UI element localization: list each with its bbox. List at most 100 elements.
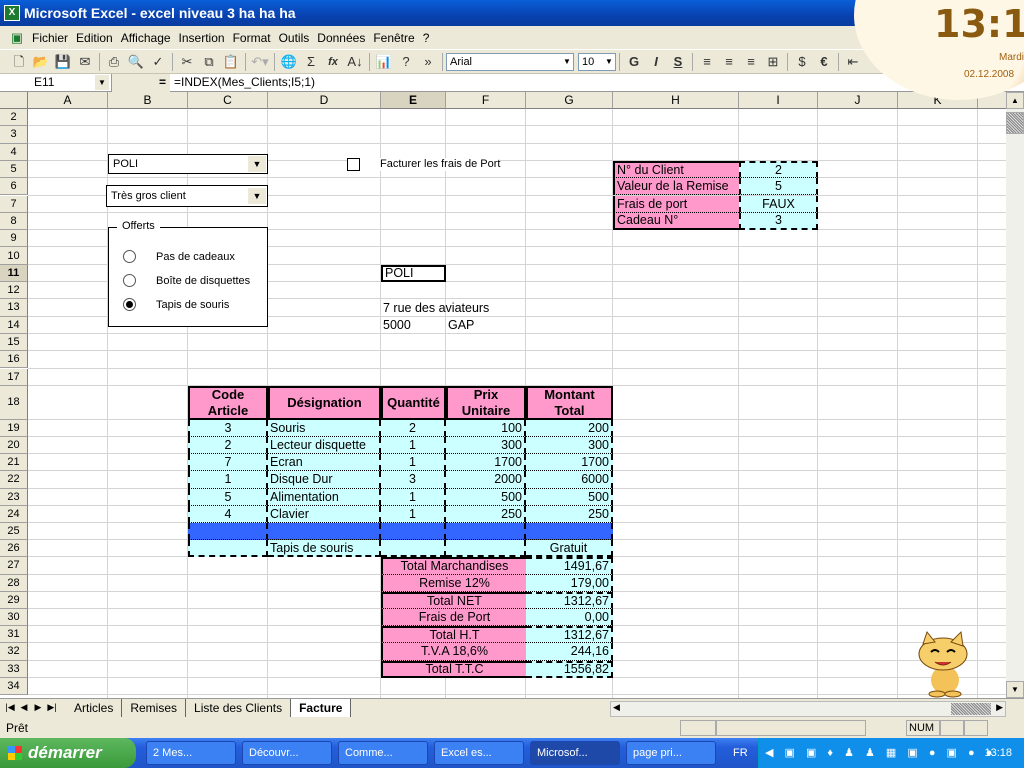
horizontal-scrollbar[interactable]: ◀ ▶: [610, 701, 1006, 717]
column-header-g[interactable]: G: [526, 92, 613, 109]
row-header-25[interactable]: 25: [0, 523, 28, 541]
row-header-32[interactable]: 32: [0, 643, 28, 661]
scroll-right-icon[interactable]: ▶: [996, 702, 1003, 713]
row-header-27[interactable]: 27: [0, 557, 28, 575]
paste-icon[interactable]: 📋: [220, 52, 242, 72]
sheet-tab-remises[interactable]: Remises: [122, 699, 187, 717]
font-size-select[interactable]: 10 ▼: [578, 52, 616, 71]
chevron-down-icon[interactable]: ▼: [248, 155, 266, 172]
column-header-i[interactable]: I: [739, 92, 818, 109]
prev-sheet-icon[interactable]: ◀: [18, 702, 30, 716]
taskbar-item[interactable]: 2 Mes...: [146, 741, 236, 765]
workbook-icon[interactable]: ▣: [6, 28, 28, 48]
select-all-corner[interactable]: [0, 92, 28, 109]
sort-icon[interactable]: A↓: [344, 52, 366, 72]
column-header-e[interactable]: E: [381, 92, 446, 109]
print-icon[interactable]: ⎙: [103, 52, 125, 72]
taskbar-item[interactable]: Microsof...: [530, 741, 620, 765]
radio-option[interactable]: Boîte de disquettes: [123, 274, 250, 288]
menu-[interactable]: ?: [419, 31, 434, 45]
spelling-icon[interactable]: ✓: [147, 52, 169, 72]
underline-button[interactable]: S: [667, 52, 689, 72]
row-header-22[interactable]: 22: [0, 471, 28, 489]
autosum-icon[interactable]: Σ: [300, 52, 322, 72]
bold-button[interactable]: G: [623, 52, 645, 72]
scroll-up-icon[interactable]: ▲: [1006, 92, 1024, 109]
email-icon[interactable]: ✉: [74, 52, 96, 72]
shipping-checkbox[interactable]: Facturer les frais de Port: [347, 157, 501, 171]
radio-button[interactable]: [123, 298, 136, 312]
align-right-icon[interactable]: ≡: [740, 52, 762, 72]
sheet-tab-facture[interactable]: Facture: [291, 699, 352, 717]
decrease-indent-icon[interactable]: ⇤: [842, 52, 864, 72]
row-header-20[interactable]: 20: [0, 437, 28, 455]
first-sheet-icon[interactable]: |◀: [4, 702, 16, 716]
row-header-19[interactable]: 19: [0, 419, 28, 437]
sheet-tab-liste-des-clients[interactable]: Liste des Clients: [186, 699, 292, 717]
start-button[interactable]: démarrer: [0, 738, 136, 768]
italic-button[interactable]: I: [645, 52, 667, 72]
column-header-d[interactable]: D: [268, 92, 381, 109]
radio-button[interactable]: [123, 250, 136, 264]
row-header-29[interactable]: 29: [0, 591, 28, 609]
next-sheet-icon[interactable]: ▶: [32, 702, 44, 716]
selected-cell-client-name[interactable]: POLI: [381, 264, 446, 282]
column-header-j[interactable]: J: [818, 92, 898, 109]
chart-icon[interactable]: 📊: [373, 52, 395, 72]
hyperlink-icon[interactable]: 🌐: [278, 52, 300, 72]
chevron-down-icon[interactable]: ▼: [248, 187, 266, 204]
formula-input[interactable]: =INDEX(Mes_Clients;I5;1): [174, 74, 315, 91]
merge-center-icon[interactable]: ⊞: [762, 52, 784, 72]
scroll-down-icon[interactable]: ▼: [1006, 681, 1024, 698]
row-header-18[interactable]: 18: [0, 385, 28, 420]
euro-button[interactable]: €: [813, 52, 835, 72]
print-preview-icon[interactable]: 🔍: [125, 52, 147, 72]
worksheet-grid[interactable]: A B C D E F G H I J K 2 3 4 5 6 7 8 9 10 11 12 13 14 15 16 17 18 19 2…: [0, 92, 1006, 698]
row-header-4[interactable]: 4: [0, 143, 28, 161]
undo-icon[interactable]: ↶▾: [249, 52, 271, 72]
taskbar-item[interactable]: Découvr...: [242, 741, 332, 765]
formula-equals[interactable]: =: [112, 74, 170, 92]
cut-icon[interactable]: ✂: [176, 52, 198, 72]
menu-fentre[interactable]: Fenêtre: [369, 31, 418, 45]
checkbox-box[interactable]: [347, 157, 360, 171]
row-header-31[interactable]: 31: [0, 626, 28, 644]
vertical-scrollbar[interactable]: ▲ ▼: [1006, 92, 1024, 698]
row-header-12[interactable]: 12: [0, 282, 28, 300]
row-header-15[interactable]: 15: [0, 333, 28, 352]
help-icon[interactable]: ?: [395, 52, 417, 72]
row-header-11[interactable]: 11: [0, 264, 28, 282]
currency-icon[interactable]: $: [791, 52, 813, 72]
hscroll-thumb[interactable]: [951, 703, 991, 715]
language-indicator[interactable]: FR: [733, 738, 748, 768]
tray-icons[interactable]: ◀ ▣ ▣ ♦ ♟ ♟ ▦ ▣ ● ▣ ● ●: [765, 738, 996, 768]
chevron-down-icon[interactable]: ▼: [95, 75, 109, 90]
column-header-h[interactable]: H: [613, 92, 739, 109]
menu-insertion[interactable]: Insertion: [175, 31, 229, 45]
row-header-24[interactable]: 24: [0, 505, 28, 523]
taskbar-item[interactable]: Comme...: [338, 741, 428, 765]
row-header-7[interactable]: 7: [0, 195, 28, 213]
row-header-10[interactable]: 10: [0, 247, 28, 265]
copy-icon[interactable]: ⧉: [198, 52, 220, 72]
menu-format[interactable]: Format: [229, 31, 275, 45]
client-dropdown[interactable]: POLI ▼: [108, 153, 268, 174]
radio-option[interactable]: Tapis de souris: [123, 298, 229, 312]
column-header-b[interactable]: B: [108, 92, 188, 109]
save-icon[interactable]: 💾: [52, 52, 74, 72]
taskbar-item[interactable]: Excel es...: [434, 741, 524, 765]
name-box[interactable]: E11 ▼: [0, 74, 112, 92]
client-type-dropdown[interactable]: Très gros client ▼: [106, 184, 268, 207]
scroll-left-icon[interactable]: ◀: [613, 702, 620, 713]
menu-outils[interactable]: Outils: [275, 31, 314, 45]
row-header-28[interactable]: 28: [0, 574, 28, 592]
menu-affichage[interactable]: Affichage: [117, 31, 175, 45]
row-header-17[interactable]: 17: [0, 368, 28, 386]
menu-edition[interactable]: Edition: [72, 31, 117, 45]
row-header-34[interactable]: 34: [0, 677, 28, 695]
column-header-c[interactable]: C: [188, 92, 268, 109]
align-left-icon[interactable]: ≡: [696, 52, 718, 72]
row-header-9[interactable]: 9: [0, 230, 28, 248]
column-header-a[interactable]: A: [28, 92, 108, 109]
last-sheet-icon[interactable]: ▶|: [46, 702, 58, 716]
